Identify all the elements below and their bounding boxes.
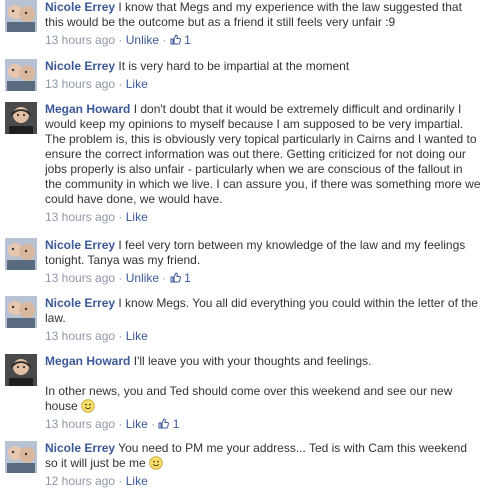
comment-meta: 13 hours ago · Like — [45, 209, 491, 225]
meta-separator: · — [115, 77, 126, 91]
avatar[interactable] — [5, 238, 37, 270]
comment-meta: 13 hours ago · Like — [45, 76, 491, 92]
comment-author-link[interactable]: Nicole Errey — [45, 441, 115, 455]
comment-text: would keep my opinions to myself because… — [45, 117, 464, 131]
comment-text: I'll leave you with your thoughts and fe… — [133, 354, 372, 368]
like-button[interactable]: Like — [126, 329, 148, 343]
comment-author-link[interactable]: Nicole Errey — [45, 59, 115, 73]
comment-timestamp[interactable]: 13 hours ago — [45, 271, 115, 285]
comment-text: this would be the outcome but as a frien… — [45, 15, 396, 29]
thumbs-up-icon — [170, 34, 181, 45]
avatar[interactable] — [5, 59, 37, 91]
meta-separator: · — [115, 33, 126, 47]
comment-meta: 13 hours ago · Unlike · 1 — [45, 270, 491, 286]
comment-author-link[interactable]: Megan Howard — [45, 102, 130, 116]
comment-text: house — [45, 399, 78, 413]
smiley-emoticon-icon — [81, 399, 95, 413]
comment-timestamp[interactable]: 13 hours ago — [45, 33, 115, 47]
comment-text: In other news, you and Ted should come o… — [45, 384, 453, 398]
comment-text: The problem is, this is obviously very t… — [45, 132, 477, 146]
meta-separator: · — [115, 417, 126, 431]
comment-author-link[interactable]: Nicole Errey — [45, 0, 115, 14]
avatar[interactable] — [5, 441, 37, 473]
comment-text: It is very hard to be impartial at the m… — [118, 59, 350, 73]
thumbs-up-icon — [170, 272, 181, 283]
like-button[interactable]: Like — [126, 210, 148, 224]
comment-text: so it will just be me — [45, 456, 146, 470]
avatar[interactable] — [5, 354, 37, 386]
comment-text: the community in which we live. I can as… — [45, 177, 481, 191]
avatar[interactable] — [5, 0, 37, 32]
comment-author-link[interactable]: Megan Howard — [45, 354, 130, 368]
comment-text: tonight. Tanya was my friend. — [45, 253, 201, 267]
like-button[interactable]: Like — [126, 474, 148, 488]
like-count-link[interactable]: 1 — [158, 417, 179, 431]
comment-timestamp[interactable]: 13 hours ago — [45, 210, 115, 224]
meta-separator: · — [147, 417, 159, 431]
comment-author-link[interactable]: Nicole Errey — [45, 238, 115, 252]
comment-meta: 13 hours ago · Unlike · 1 — [45, 32, 491, 48]
comment-text: law. — [45, 311, 66, 325]
comment-text: I feel very torn between my knowledge of… — [118, 238, 466, 252]
comment-timestamp[interactable]: 13 hours ago — [45, 329, 115, 343]
avatar[interactable] — [5, 296, 37, 328]
comment-timestamp[interactable]: 12 hours ago — [45, 474, 115, 488]
meta-separator: · — [115, 210, 126, 224]
smiley-emoticon-icon — [149, 456, 163, 470]
like-count-link[interactable]: 1 — [170, 271, 191, 285]
comment-text: I know that Megs and my experience with … — [118, 0, 462, 14]
unlike-button[interactable]: Unlike — [126, 33, 159, 47]
unlike-button[interactable]: Unlike — [126, 271, 159, 285]
comment-timestamp[interactable]: 13 hours ago — [45, 417, 115, 431]
comment-timestamp[interactable]: 13 hours ago — [45, 77, 115, 91]
meta-separator: · — [159, 271, 170, 285]
comment-text: I know Megs. You all did everything you … — [118, 296, 478, 310]
comment-meta: 12 hours ago · Like — [45, 473, 491, 489]
thumbs-up-icon — [158, 418, 170, 429]
like-count: 1 — [184, 271, 191, 285]
comment-text: could have done, we would have. — [45, 192, 223, 206]
meta-separator: · — [115, 271, 126, 285]
comment-author-link[interactable]: Nicole Errey — [45, 296, 115, 310]
meta-separator: · — [115, 474, 126, 488]
meta-separator: · — [115, 329, 126, 343]
like-button[interactable]: Like — [126, 417, 148, 431]
like-count: 1 — [172, 417, 180, 431]
comment-blank-line — [45, 369, 491, 384]
comment-text: ensure the correct information was out t… — [45, 147, 466, 161]
like-count: 1 — [184, 33, 191, 47]
comment-meta: 13 hours ago · Like — [45, 328, 491, 344]
comment-text: You need to PM me your address... Ted is… — [118, 441, 468, 455]
meta-separator: · — [159, 33, 170, 47]
comment-text: I don't doubt that it would be extremely… — [133, 102, 462, 116]
comment-meta: 13 hours ago · Like · 1 — [45, 416, 491, 432]
avatar[interactable] — [5, 102, 37, 134]
like-count-link[interactable]: 1 — [170, 33, 191, 47]
like-button[interactable]: Like — [126, 77, 148, 91]
comment-text: jobs properly is also unfair - particula… — [45, 162, 463, 176]
